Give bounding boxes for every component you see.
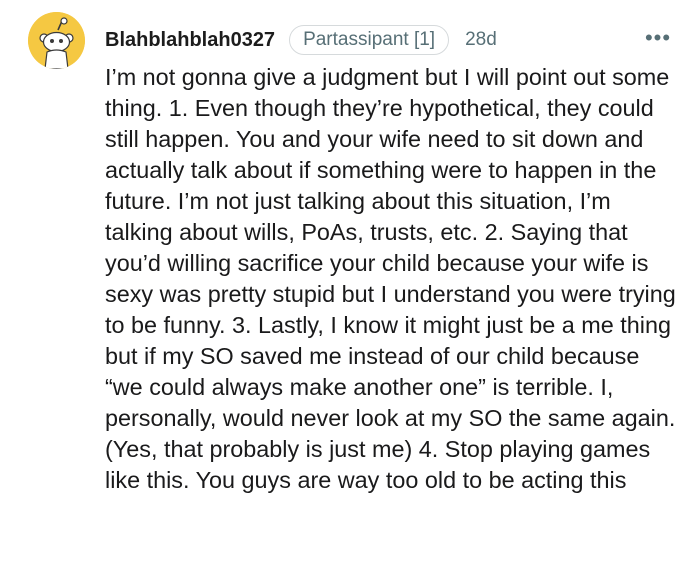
comment-header: Blahblahblah0327 Partassipant [1] 28d <box>105 22 497 58</box>
comment-timestamp[interactable]: 28d <box>465 29 497 51</box>
user-avatar[interactable] <box>28 12 85 69</box>
comment: Blahblahblah0327 Partassipant [1] 28d ••… <box>0 0 700 565</box>
comment-body: I’m not gonna give a judgment but I will… <box>105 64 676 493</box>
snoo-avatar-icon <box>28 12 85 69</box>
user-flair-badge: Partassipant [1] <box>289 25 450 55</box>
username-link[interactable]: Blahblahblah0327 <box>105 29 275 52</box>
more-options-icon[interactable]: ••• <box>642 25 674 50</box>
